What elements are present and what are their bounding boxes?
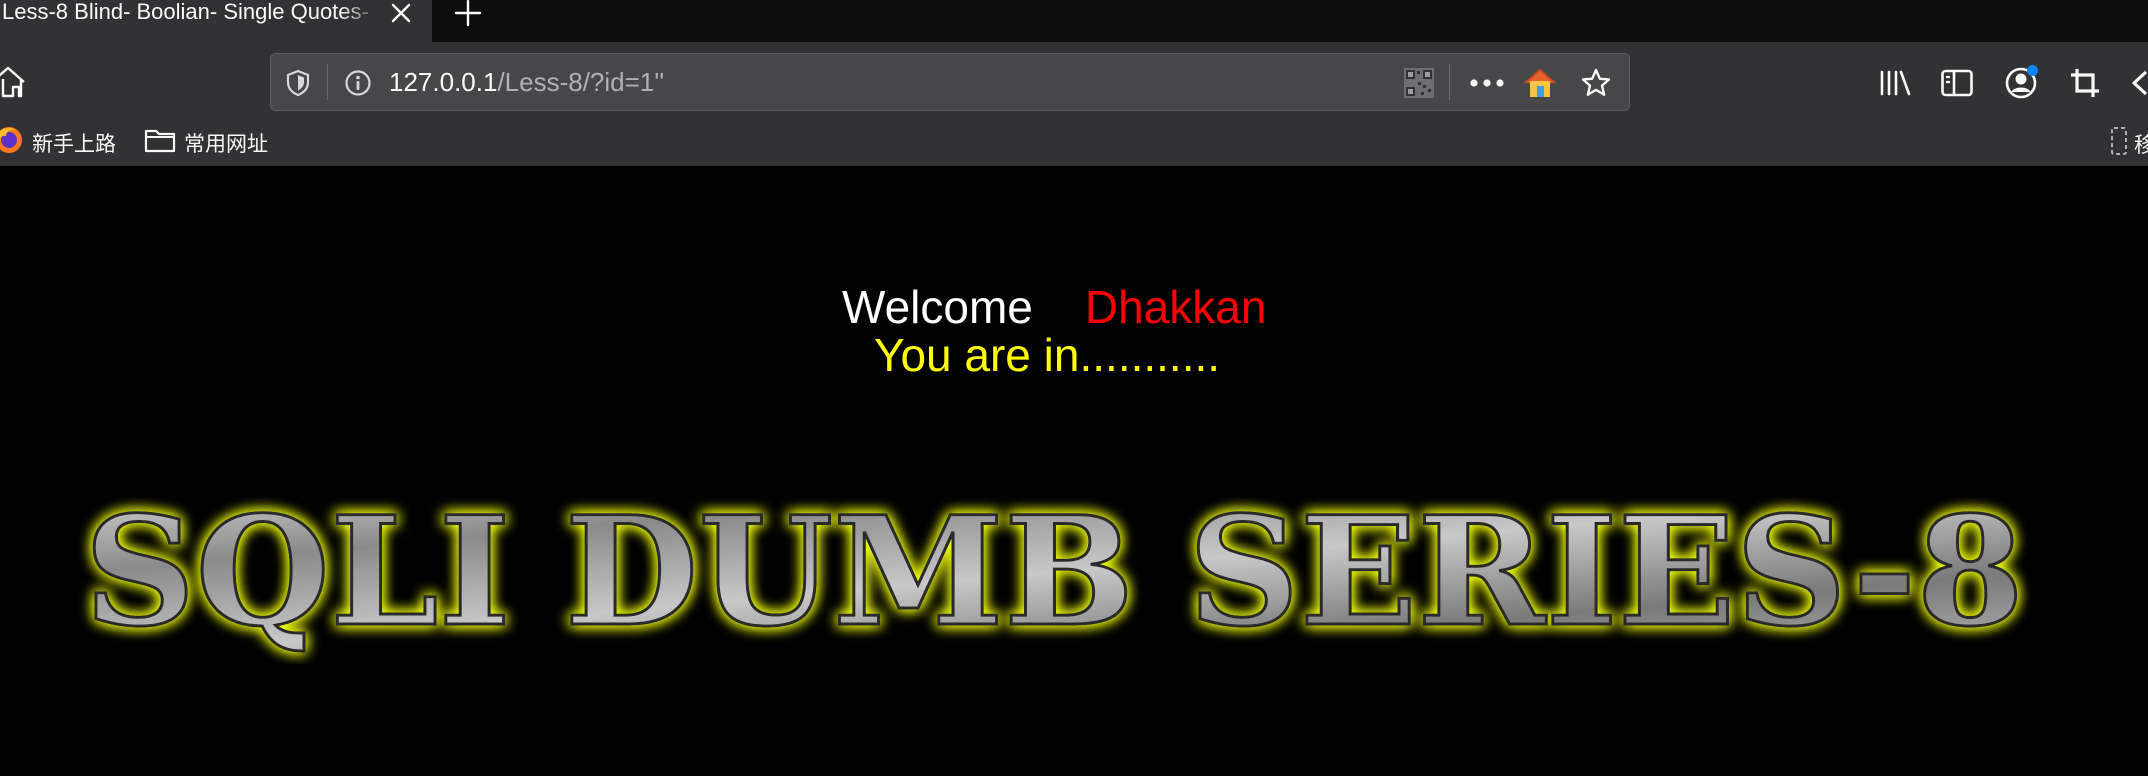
bookmarks-toolbar: 新手上路 常用网址 移 (0, 122, 2148, 166)
sqli-dumb-series-banner: SQLI DUMB SERIES-8 (83, 484, 2026, 662)
mobile-bookmarks-icon (2110, 126, 2128, 162)
user-name: Dhakkan (1084, 281, 1267, 333)
address-bar[interactable]: 127.0.0.1/Less-8/?id=1'' (270, 53, 1630, 111)
library-icon[interactable] (1876, 64, 1914, 102)
welcome-line: Welcome Dhakkan (842, 282, 1266, 332)
bookmark-getting-started[interactable]: 新手上路 (0, 125, 116, 161)
account-icon[interactable] (2002, 64, 2040, 102)
welcome-text: Welcome (842, 281, 1033, 333)
url-host: 127.0.0.1 (389, 67, 498, 97)
url-separator (327, 64, 328, 100)
bookmark-label: 常用网址 (184, 133, 268, 156)
qr-code-icon[interactable] (1403, 67, 1435, 99)
other-bookmarks-label: 移 (2134, 134, 2148, 157)
account-notification-dot (2027, 65, 2038, 76)
page-actions-more-icon[interactable] (1467, 67, 1507, 99)
bookmark-label: 新手上路 (32, 133, 116, 156)
overflow-menu-icon[interactable] (2128, 64, 2148, 102)
other-bookmarks[interactable]: 移 (2110, 126, 2148, 162)
tab-title-fade (340, 0, 380, 30)
screenshot-crop-icon[interactable] (2066, 64, 2104, 102)
url-text[interactable]: 127.0.0.1/Less-8/?id=1'' (389, 64, 664, 100)
folder-icon (144, 126, 176, 160)
navigation-toolbar: 127.0.0.1/Less-8/?id=1'' (0, 42, 2148, 122)
url-path: /Less-8/?id=1'' (497, 67, 665, 97)
home-icon[interactable] (0, 64, 26, 100)
tab-strip: Less-8 Blind- Boolian- Single Quotes- St… (0, 0, 2148, 42)
banner-text: SQLI DUMB SERIES-8 (84, 484, 2024, 660)
bookmark-star-icon[interactable] (1579, 66, 1613, 100)
tab-title: Less-8 Blind- Boolian- Single Quotes- St… (2, 0, 376, 24)
homepage-extension-icon[interactable] (1523, 66, 1557, 100)
url-separator-2 (1449, 64, 1450, 100)
sidebar-icon[interactable] (1938, 64, 1976, 102)
login-status-text: You are in........... (874, 329, 1221, 381)
close-tab-icon[interactable] (384, 0, 418, 26)
new-tab-icon[interactable] (448, 0, 488, 27)
tracking-protection-shield-icon[interactable] (283, 68, 313, 98)
browser-window: Less-8 Blind- Boolian- Single Quotes- St… (0, 0, 2148, 776)
site-info-icon[interactable] (343, 68, 373, 98)
active-tab[interactable]: Less-8 Blind- Boolian- Single Quotes- St… (0, 0, 432, 42)
bookmark-common-sites-folder[interactable]: 常用网址 (144, 128, 268, 158)
firefox-icon (0, 125, 24, 161)
page-content: Welcome Dhakkan You are in........... SQ… (0, 166, 2148, 776)
